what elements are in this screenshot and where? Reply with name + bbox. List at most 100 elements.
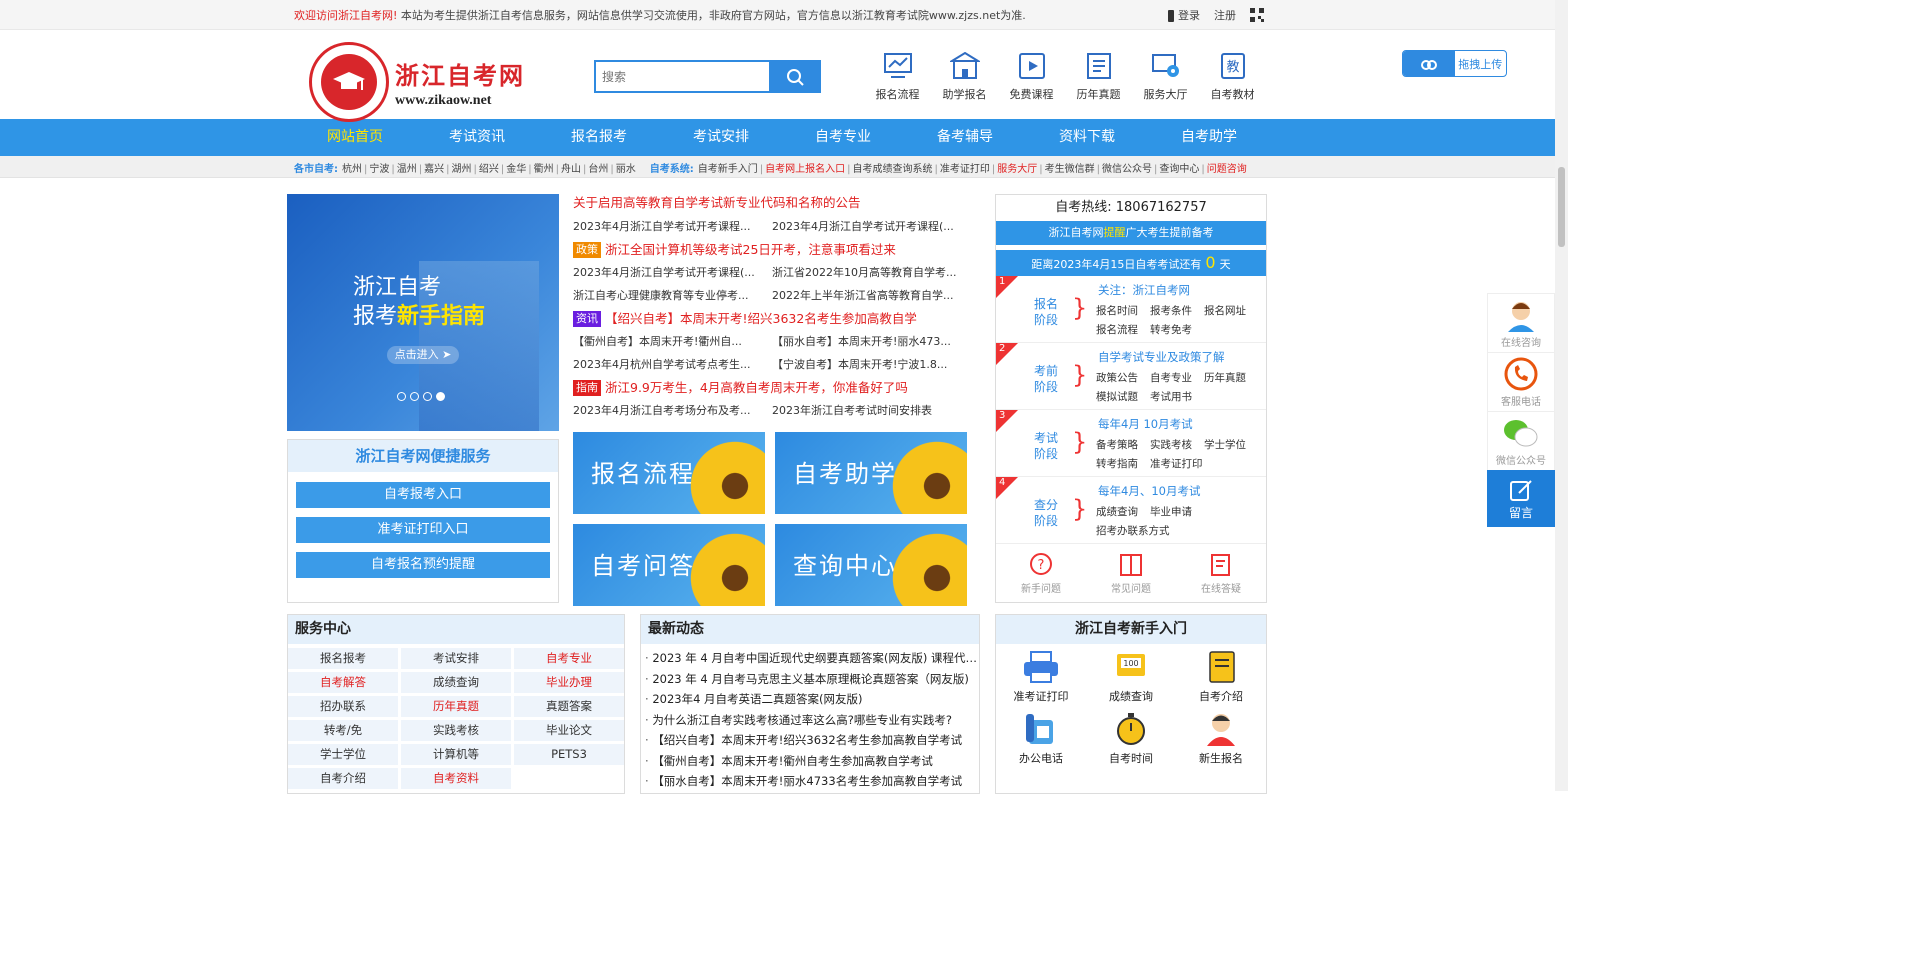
leave-message-button[interactable]: 留言 [1487, 470, 1555, 527]
search-input[interactable] [594, 60, 769, 93]
news-highlight[interactable]: 政策 浙江全国计算机等级考试25日开考，注意事项看过来 [573, 238, 973, 261]
stage-link[interactable]: 成绩查询 [1096, 504, 1138, 519]
service-link[interactable]: 真题答案 [514, 696, 624, 717]
service-link[interactable]: 计算机等 [401, 744, 511, 765]
latest-news-item[interactable]: 为什么浙江自考实践考核通过率这么高?哪些专业有实践考? [645, 710, 979, 731]
latest-news-item[interactable]: 【绍兴自考】本周末开考!绍兴3632名考生参加高教自学考试 [645, 730, 979, 751]
stage-link[interactable]: 毕业申请 [1150, 504, 1192, 519]
stage-link[interactable]: 准考证打印 [1150, 456, 1203, 471]
system-link[interactable]: 准考证打印 [940, 164, 990, 175]
nav-registration[interactable]: 报名报考 [538, 119, 660, 156]
admission-ticket-button[interactable]: 准考证打印入口 [296, 517, 550, 543]
city-link[interactable]: 金华 [506, 164, 526, 175]
intro-exam-time[interactable]: 自考时间 [1086, 712, 1176, 766]
news-item[interactable]: 【宁波自考】本周末开考!宁波1.8... [772, 353, 971, 376]
tile-self-study-assist[interactable]: 自考助学 [775, 432, 967, 514]
stage-link[interactable]: 历年真题 [1204, 370, 1246, 385]
service-link[interactable]: 成绩查询 [401, 672, 511, 693]
header-link-process[interactable]: 报名流程 [864, 52, 931, 102]
service-link[interactable]: 自考资料 [401, 768, 511, 789]
stage-title-link[interactable]: 每年4月 10月考试 [1098, 416, 1193, 432]
stage-link[interactable]: 自考专业 [1150, 370, 1192, 385]
service-link[interactable]: 学士学位 [288, 744, 398, 765]
system-link[interactable]: 查询中心 [1159, 164, 1199, 175]
latest-news-item[interactable]: 2023 年 4 月自考马克思主义基本原理概论真题答案（网友版) [645, 669, 979, 690]
stage-link[interactable]: 政策公告 [1096, 370, 1138, 385]
stage-link[interactable]: 模拟试题 [1096, 389, 1138, 404]
city-link[interactable]: 嘉兴 [424, 164, 444, 175]
city-link[interactable]: 舟山 [561, 164, 581, 175]
stage-link[interactable]: 报考条件 [1150, 303, 1192, 318]
site-logo[interactable]: 浙江自考网 www.zikaow.net [309, 42, 525, 122]
latest-news-item[interactable]: 2023年4 月自考英语二真题答案(网友版) [645, 689, 979, 710]
service-link[interactable]: 考试安排 [401, 648, 511, 669]
login-link[interactable]: 登录 [1167, 7, 1200, 23]
stage-link[interactable]: 报名网址 [1204, 303, 1246, 318]
slider-dot[interactable] [423, 392, 432, 401]
city-link[interactable]: 温州 [397, 164, 417, 175]
stage-link[interactable]: 报名流程 [1096, 322, 1138, 337]
exam-registration-button[interactable]: 自考报考入口 [296, 482, 550, 508]
header-link-hall[interactable]: 服务大厅 [1132, 52, 1199, 102]
banner-enter-button[interactable]: 点击进入 ➤ [387, 346, 459, 364]
service-link[interactable]: 毕业论文 [514, 720, 624, 741]
city-link[interactable]: 宁波 [369, 164, 389, 175]
intro-score-query[interactable]: 100 成绩查询 [1086, 650, 1176, 704]
news-item[interactable]: 2022年上半年浙江省高等教育自学... [772, 284, 971, 307]
service-phone-button[interactable]: 客服电话 [1487, 352, 1555, 411]
stage-link[interactable]: 转考指南 [1096, 456, 1138, 471]
system-link[interactable]: 自考网上报名入口 [765, 164, 845, 175]
stage-link[interactable]: 报名时间 [1096, 303, 1138, 318]
intro-exam-intro[interactable]: 自考介绍 [1176, 650, 1266, 704]
register-link[interactable]: 注册 [1214, 7, 1236, 23]
online-consult-button[interactable]: 在线咨询 [1487, 293, 1555, 352]
slider-dot[interactable] [397, 392, 406, 401]
city-link[interactable]: 衢州 [534, 164, 554, 175]
news-item[interactable]: 【丽水自考】本周末开考!丽水473... [772, 330, 971, 353]
latest-news-item[interactable]: 2023 年 4 月自考中国近现代史纲要真题答案(网友版) 课程代码... [645, 648, 979, 669]
news-item[interactable]: 浙江省2022年10月高等教育自学考... [772, 261, 971, 284]
city-link[interactable]: 绍兴 [479, 164, 499, 175]
system-link[interactable]: 服务大厅 [997, 164, 1037, 175]
nav-news[interactable]: 考试资讯 [416, 119, 538, 156]
qrcode-icon[interactable] [1250, 8, 1264, 22]
news-item[interactable]: 2023年4月浙江自学考试开考课程(... [772, 215, 971, 238]
service-link[interactable]: 实践考核 [401, 720, 511, 741]
intro-ticket-print[interactable]: 准考证打印 [996, 650, 1086, 704]
system-link[interactable]: 自考成绩查询系统 [853, 164, 933, 175]
news-item[interactable]: 2023年4月杭州自学考试考点考生... [573, 353, 772, 376]
stage-link[interactable]: 备考策略 [1096, 437, 1138, 452]
stage-link[interactable]: 招考办联系方式 [1096, 523, 1170, 538]
nav-majors[interactable]: 自考专业 [782, 119, 904, 156]
registration-reminder-button[interactable]: 自考报名预约提醒 [296, 552, 550, 578]
service-link[interactable]: 自考解答 [288, 672, 398, 693]
city-link[interactable]: 丽水 [616, 164, 636, 175]
service-link[interactable]: 报名报考 [288, 648, 398, 669]
news-headline[interactable]: 关于启用高等教育自学考试新专业代码和名称的公告 [573, 195, 861, 210]
stage-link[interactable]: 学士学位 [1204, 437, 1246, 452]
nav-assist[interactable]: 自考助学 [1148, 119, 1270, 156]
tile-query-center[interactable]: 查询中心 [775, 524, 967, 606]
faq-link[interactable]: 常见问题 [1111, 552, 1151, 595]
news-item[interactable]: 2023年浙江自考考试时间安排表 [772, 399, 971, 422]
system-link[interactable]: 考生微信群 [1045, 164, 1095, 175]
system-link[interactable]: 微信公众号 [1102, 164, 1152, 175]
news-item[interactable]: 2023年4月浙江自学考试开考课程(... [573, 261, 772, 284]
stage-title-link[interactable]: 自学考试专业及政策了解 [1098, 349, 1225, 365]
service-link[interactable]: 转考/免 [288, 720, 398, 741]
tile-qa[interactable]: 自考问答 [573, 524, 765, 606]
service-link[interactable]: 历年真题 [401, 696, 511, 717]
online-answer-link[interactable]: 在线答疑 [1201, 552, 1241, 595]
intro-new-registration[interactable]: 新生报名 [1176, 712, 1266, 766]
system-link[interactable]: 问题咨询 [1207, 164, 1247, 175]
intro-office-phone[interactable]: 办公电话 [996, 712, 1086, 766]
scrollbar[interactable] [1555, 0, 1568, 791]
news-item[interactable]: 2023年4月浙江自考考场分布及考... [573, 399, 772, 422]
stage-link[interactable]: 转考免考 [1150, 322, 1192, 337]
nav-tutoring[interactable]: 备考辅导 [904, 119, 1026, 156]
news-item[interactable]: 2023年4月浙江自学考试开考课程... [573, 215, 772, 238]
header-link-textbooks[interactable]: 教自考教材 [1199, 52, 1266, 102]
stage-link[interactable]: 考试用书 [1150, 389, 1192, 404]
stage-link[interactable]: 实践考核 [1150, 437, 1192, 452]
news-item[interactable]: 【衢州自考】本周末开考!衢州自... [573, 330, 772, 353]
